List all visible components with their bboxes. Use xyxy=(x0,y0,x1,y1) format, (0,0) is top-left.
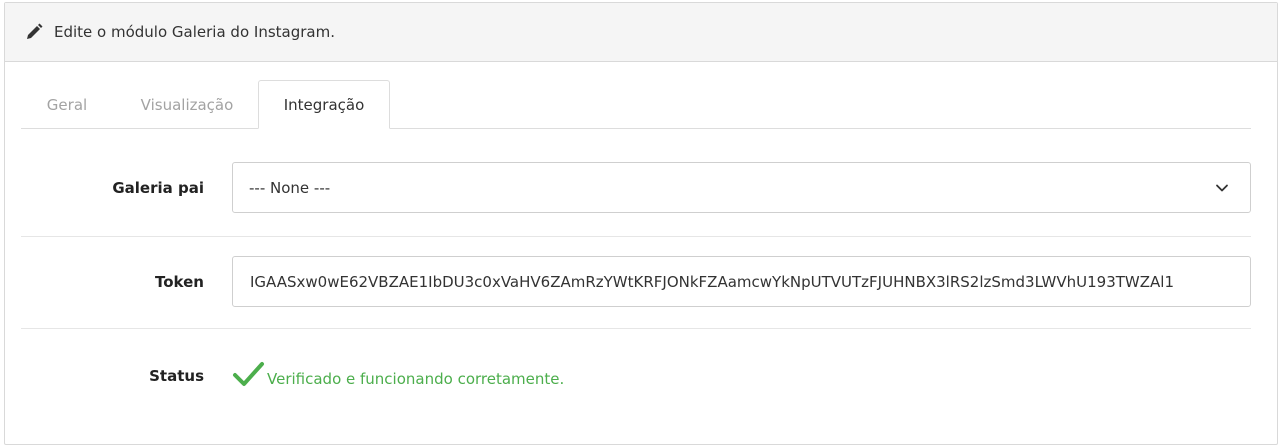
row-divider xyxy=(21,328,1251,329)
token-label: Token xyxy=(155,273,204,291)
chevron-down-icon xyxy=(1214,180,1230,196)
pencil-icon xyxy=(25,23,43,41)
parent-gallery-selected: --- None --- xyxy=(249,178,331,197)
check-icon xyxy=(232,360,265,388)
token-input[interactable] xyxy=(232,256,1251,307)
tab-visualizacao[interactable]: Visualização xyxy=(117,80,257,129)
tab-geral[interactable]: Geral xyxy=(21,80,113,129)
parent-gallery-label: Galeria pai xyxy=(112,179,204,197)
panel-title: Edite o módulo Galeria do Instagram. xyxy=(54,23,335,41)
parent-gallery-select[interactable]: --- None --- xyxy=(232,162,1251,213)
status-text: Verificado e funcionando corretamente. xyxy=(267,370,565,388)
status-value: Verificado e funcionando corretamente. xyxy=(232,360,564,388)
tab-bar: Geral Visualização Integração xyxy=(21,80,1251,129)
status-label: Status xyxy=(149,367,204,385)
row-divider xyxy=(21,236,1251,237)
tab-integracao[interactable]: Integração xyxy=(258,80,390,129)
panel-heading: Edite o módulo Galeria do Instagram. xyxy=(5,3,1277,62)
